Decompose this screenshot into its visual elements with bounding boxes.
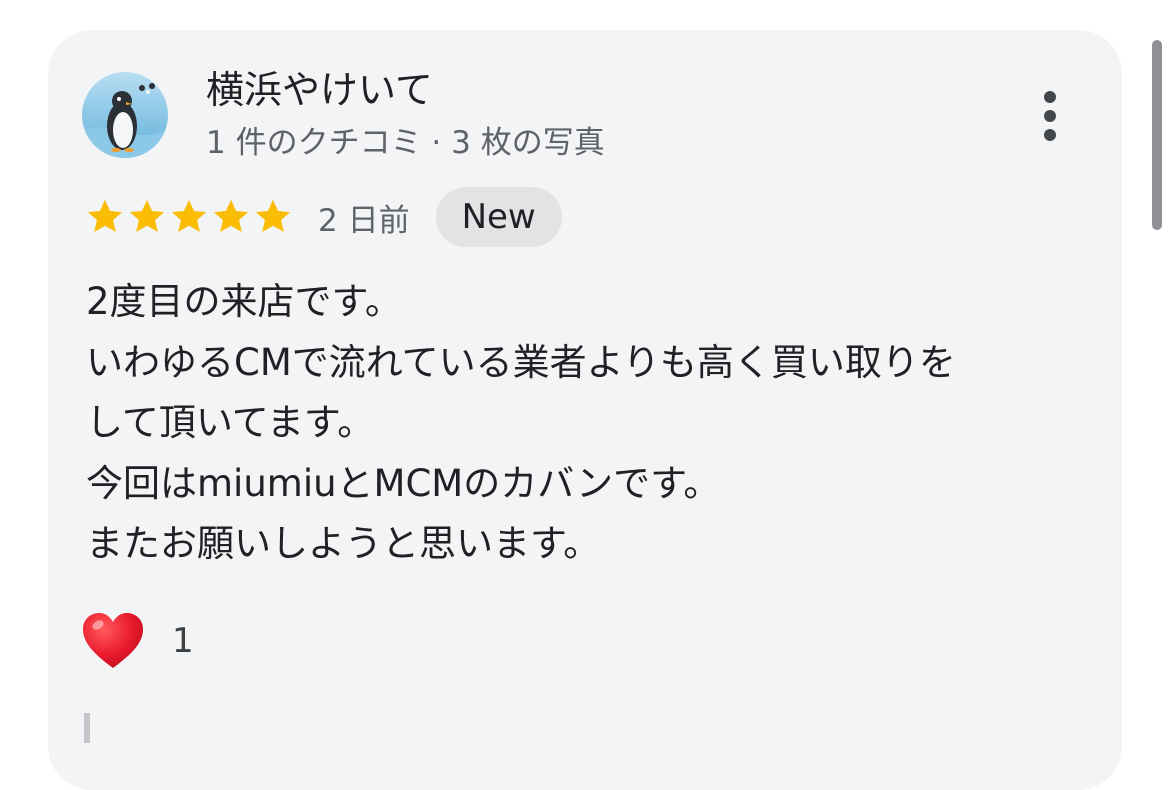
- penguin-avatar-icon: [82, 72, 168, 158]
- reaction-button[interactable]: 1: [80, 610, 194, 672]
- heart-icon: [83, 613, 143, 668]
- star-icon: [255, 199, 291, 233]
- reviewer-meta: 1 件のクチコミ · 3 枚の写真: [206, 125, 605, 161]
- review-date: 2 日前: [318, 202, 410, 239]
- review-text-line: して頂いてます。: [86, 401, 375, 444]
- scrollbar-thumb[interactable]: [1152, 40, 1162, 230]
- review-text-line: またお願いしようと思います。: [86, 522, 601, 565]
- star-icon: [171, 199, 207, 233]
- reviewer-avatar[interactable]: [82, 72, 168, 158]
- star-icon: [213, 199, 249, 233]
- review-text: 2度目の来店です。 いわゆるCMで流れている業者よりも高く買い取りを して頂いて…: [86, 272, 1096, 575]
- owner-reply-divider: [84, 713, 90, 743]
- reviewer-name[interactable]: 横浜やけいて: [206, 66, 433, 114]
- more-vert-icon: [1044, 91, 1056, 141]
- new-badge: New: [435, 187, 562, 247]
- star-rating: [84, 196, 294, 238]
- star-icon: [87, 199, 123, 233]
- review-text-line: 2度目の来店です。: [86, 280, 402, 323]
- reaction-count: 1: [172, 621, 194, 661]
- review-text-line: 今回はmiumiuとMCMのカバンです。: [86, 461, 721, 505]
- star-icon: [129, 199, 165, 233]
- review-text-line: いわゆるCMで流れている業者よりも高く買い取りを: [86, 340, 956, 384]
- more-options-button[interactable]: [1026, 86, 1074, 148]
- rating-row: 2 日前 New: [84, 186, 562, 248]
